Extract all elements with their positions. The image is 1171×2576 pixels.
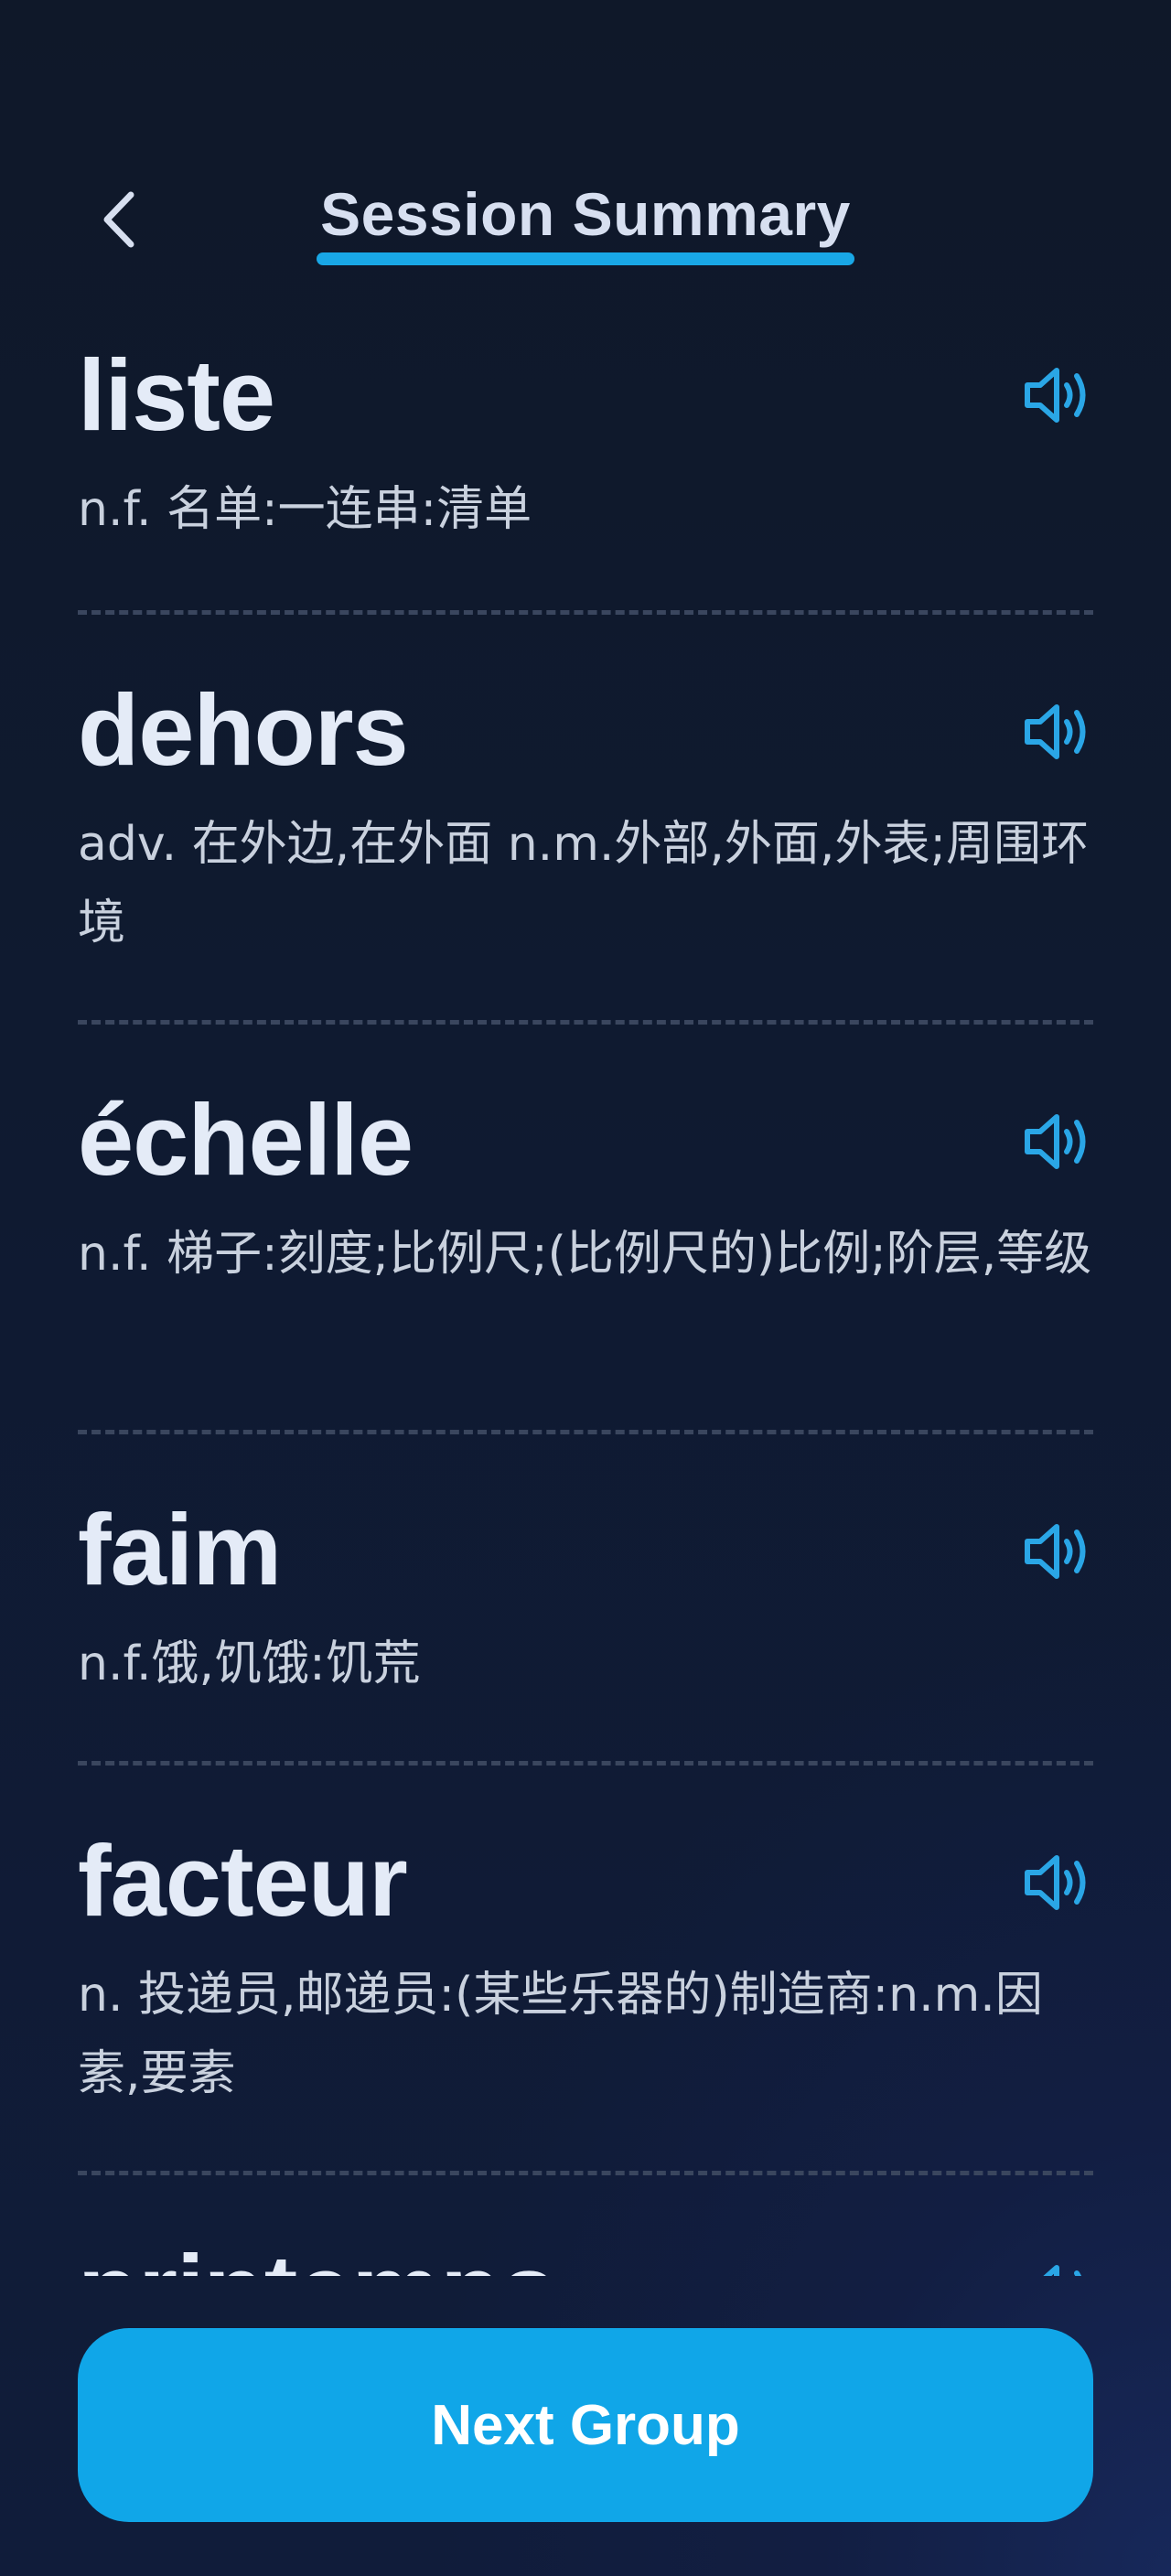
speaker-icon — [1025, 1524, 1086, 1579]
pronounce-button[interactable] — [1020, 1105, 1093, 1178]
word-text: facteur — [78, 1825, 408, 1937]
word-definition: adv. 在外边,在外面 n.m.外部,外面,外表;周围环境 — [78, 817, 1089, 950]
pronounce-button[interactable] — [1020, 1846, 1093, 1919]
word-text: dehors — [78, 674, 409, 787]
word-definition: n. 投递员,邮递员:(某些乐器的)制造商:n.m.因素,要素 — [78, 1968, 1043, 2101]
word-definition: n.f. 名单:一连串:清单 — [78, 482, 532, 537]
pronounce-button[interactable] — [1020, 1515, 1093, 1588]
word-entry: échelle n.f. 梯子:刻度;比例尺;(比例尺的)比例;阶层,等级 — [78, 1025, 1093, 1434]
next-group-button[interactable]: Next Group — [78, 2328, 1093, 2522]
speaker-icon — [1025, 1114, 1086, 1169]
page-title-text: Session Summary — [320, 180, 851, 248]
word-definition: n.f.饿,饥饿:饥荒 — [78, 1637, 421, 1691]
speaker-icon — [1043, 2265, 1082, 2276]
word-entry: facteur n. 投递员,邮递员:(某些乐器的)制造商:n.m.因素,要素 — [78, 1766, 1093, 2175]
word-text: liste — [78, 339, 275, 452]
word-definition: n.f. 梯子:刻度;比例尺;(比例尺的)比例;阶层,等级 — [78, 1227, 1092, 1282]
speaker-icon — [1025, 1855, 1086, 1910]
word-entry: printemps — [78, 2175, 1093, 2276]
title-underline — [317, 252, 854, 265]
word-text: échelle — [78, 1084, 414, 1197]
pronounce-button[interactable] — [1020, 695, 1093, 768]
pronounce-button[interactable] — [1020, 359, 1093, 432]
header: Session Summary — [0, 0, 1171, 311]
speaker-icon — [1025, 368, 1086, 423]
word-entry: liste n.f. 名单:一连串:清单 — [78, 311, 1093, 615]
speaker-icon — [1025, 704, 1086, 759]
word-text: printemps — [78, 2241, 1093, 2277]
page-title: Session Summary — [317, 179, 854, 265]
word-text: faim — [78, 1494, 282, 1606]
pronounce-button[interactable] — [1020, 2256, 1093, 2276]
word-entry: faim n.f.饿,饥饿:饥荒 — [78, 1434, 1093, 1766]
word-list[interactable]: liste n.f. 名单:一连串:清单 dehors adv. 在外边,在外面… — [0, 311, 1171, 2276]
next-group-label: Next Group — [431, 2393, 740, 2457]
word-entry: dehors adv. 在外边,在外面 n.m.外部,外面,外表;周围环境 — [78, 615, 1093, 1025]
